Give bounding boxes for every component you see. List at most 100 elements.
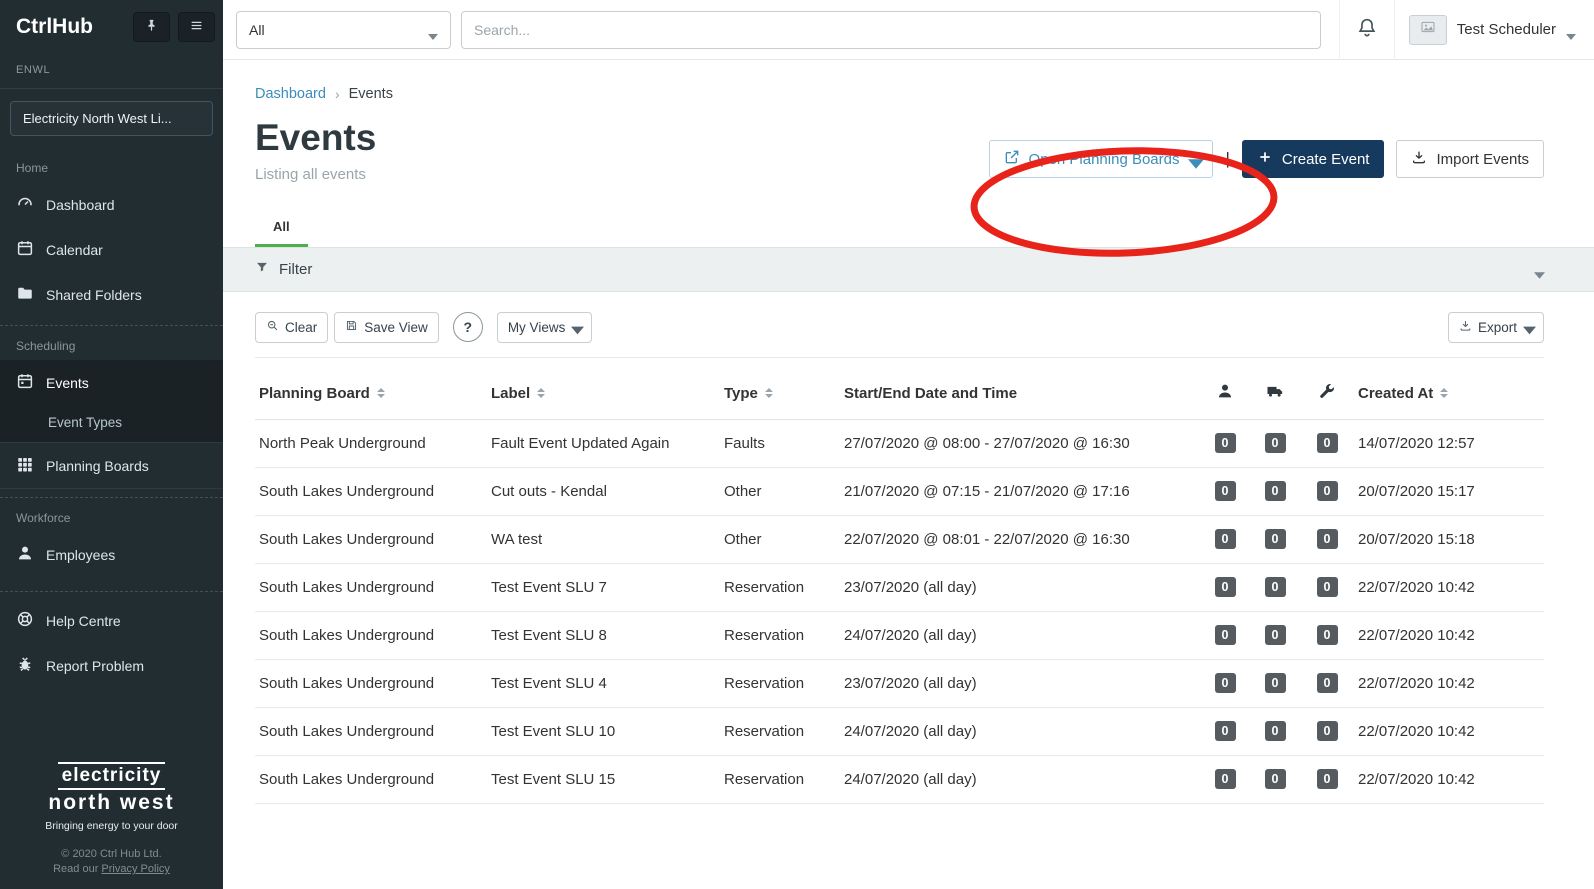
cell-planning-board: South Lakes Underground bbox=[259, 578, 435, 596]
search-input[interactable] bbox=[461, 10, 1321, 49]
filter-label: Filter bbox=[279, 260, 313, 278]
header-datetime: Start/End Date and Time bbox=[840, 385, 1200, 402]
sidebar-item-label: Shared Folders bbox=[46, 286, 142, 303]
create-event-button[interactable]: Create Event bbox=[1241, 140, 1385, 178]
cell-datetime: 24/07/2020 (all day) bbox=[844, 626, 977, 644]
save-view-label: Save View bbox=[364, 319, 428, 335]
table-row[interactable]: North Peak Underground Fault Event Updat… bbox=[255, 420, 1544, 468]
page-actions: Open Planning Boards | Create Event Impo… bbox=[988, 140, 1544, 178]
vehicles-count-badge: 0 bbox=[1264, 577, 1286, 598]
hamburger-icon bbox=[189, 18, 204, 36]
person-icon bbox=[16, 544, 34, 565]
header-planning-board[interactable]: Planning Board bbox=[255, 385, 487, 402]
tab-all[interactable]: All bbox=[255, 211, 308, 247]
sidebar-item-employees[interactable]: Employees bbox=[0, 532, 223, 577]
chevron-down-icon bbox=[571, 324, 585, 335]
cell-created-at: 20/07/2020 15:18 bbox=[1358, 530, 1475, 548]
table-row[interactable]: South Lakes Underground Test Event SLU 1… bbox=[255, 708, 1544, 756]
people-count-badge: 0 bbox=[1214, 673, 1236, 694]
table-row[interactable]: South Lakes Underground Test Event SLU 1… bbox=[255, 756, 1544, 804]
privacy-policy-link[interactable]: Privacy Policy bbox=[101, 863, 169, 875]
enwl-logo-line2: north west bbox=[48, 791, 175, 814]
cell-type: Reservation bbox=[724, 722, 805, 740]
header-type[interactable]: Type bbox=[720, 385, 840, 402]
sidebar: CtrlHub ENWL Electricity North West Li..… bbox=[0, 0, 223, 889]
topbar: All Test Scheduler bbox=[223, 0, 1594, 60]
notifications-button[interactable] bbox=[1338, 0, 1395, 60]
page-head: Events Listing all events Open Planning … bbox=[255, 117, 1544, 183]
toolbar-left: Clear Save View ? My Views bbox=[255, 311, 593, 343]
folder-icon bbox=[16, 284, 34, 305]
pin-sidebar-button[interactable] bbox=[133, 12, 170, 42]
sidebar-item-dashboard[interactable]: Dashboard bbox=[0, 182, 223, 227]
brand-row: CtrlHub bbox=[0, 0, 223, 54]
people-count-badge: 0 bbox=[1214, 577, 1236, 598]
table-row[interactable]: South Lakes Underground Test Event SLU 8… bbox=[255, 612, 1544, 660]
header-created-at[interactable]: Created At bbox=[1354, 385, 1544, 402]
people-count-badge: 0 bbox=[1214, 481, 1236, 502]
filter-collapse-bar[interactable]: Filter bbox=[223, 246, 1594, 292]
import-events-button[interactable]: Import Events bbox=[1396, 140, 1544, 178]
life-ring-icon bbox=[16, 610, 34, 631]
sidebar-item-label: Planning Boards bbox=[46, 457, 149, 474]
sidebar-item-calendar[interactable]: Calendar bbox=[0, 227, 223, 272]
chevron-down-icon bbox=[1566, 27, 1576, 40]
vehicles-count-badge: 0 bbox=[1264, 769, 1286, 790]
sidebar-item-label: Help Centre bbox=[46, 612, 121, 629]
cell-created-at: 22/07/2020 10:42 bbox=[1358, 626, 1475, 644]
clear-button[interactable]: Clear bbox=[255, 311, 329, 343]
sidebar-item-shared-folders[interactable]: Shared Folders bbox=[0, 272, 223, 317]
events-table: Planning Board Label Type Start/End Date… bbox=[255, 368, 1544, 804]
table-row[interactable]: South Lakes Underground WA test Other 22… bbox=[255, 516, 1544, 564]
save-view-button[interactable]: Save View bbox=[334, 311, 439, 343]
open-planning-boards-button[interactable]: Open Planning Boards bbox=[988, 140, 1214, 178]
search-scope-select[interactable]: All bbox=[236, 10, 451, 49]
breadcrumb: Dashboard › Events bbox=[255, 60, 1544, 102]
plus-icon bbox=[1257, 149, 1273, 169]
clear-label: Clear bbox=[285, 319, 318, 335]
dashboard-gauge-icon bbox=[16, 194, 34, 215]
sidebar-item-event-types[interactable]: Event Types bbox=[0, 405, 223, 442]
sort-icon bbox=[537, 388, 546, 399]
sidebar-item-label: Report Problem bbox=[46, 657, 145, 674]
events-calendar-icon bbox=[16, 372, 34, 393]
table-row[interactable]: South Lakes Underground Cut outs - Kenda… bbox=[255, 468, 1544, 516]
cell-planning-board: South Lakes Underground bbox=[259, 722, 435, 740]
chevron-down-icon bbox=[1523, 324, 1536, 335]
copyright-text: © 2020 Ctrl Hub Ltd. bbox=[61, 848, 162, 860]
help-button[interactable]: ? bbox=[452, 312, 483, 343]
sidebar-item-planning-boards[interactable]: Planning Boards bbox=[0, 442, 223, 489]
vehicles-count-badge: 0 bbox=[1264, 721, 1286, 742]
sidebar-footer: electricity north west Bringing energy t… bbox=[0, 750, 223, 889]
export-dropdown[interactable]: Export bbox=[1447, 311, 1544, 343]
header-label: Label bbox=[491, 384, 531, 402]
sidebar-item-events[interactable]: Events bbox=[0, 360, 223, 405]
equipment-count-badge: 0 bbox=[1316, 529, 1338, 550]
table-row[interactable]: South Lakes Underground Test Event SLU 7… bbox=[255, 564, 1544, 612]
sidebar-item-help-centre[interactable]: Help Centre bbox=[0, 598, 223, 643]
cell-type: Other bbox=[724, 530, 762, 548]
sort-icon bbox=[764, 388, 773, 399]
equipment-count-badge: 0 bbox=[1316, 721, 1338, 742]
cell-created-at: 22/07/2020 10:42 bbox=[1358, 578, 1475, 596]
header-label: Start/End Date and Time bbox=[844, 384, 1018, 402]
sidebar-item-report-problem[interactable]: Report Problem bbox=[0, 643, 223, 688]
cell-planning-board: South Lakes Underground bbox=[259, 530, 435, 548]
breadcrumb-current: Events bbox=[348, 86, 393, 102]
people-count-badge: 0 bbox=[1214, 625, 1236, 646]
sidebar-toggle-button[interactable] bbox=[178, 12, 215, 42]
floppy-disk-icon bbox=[345, 319, 358, 335]
my-views-dropdown[interactable]: My Views bbox=[496, 311, 593, 343]
download-icon bbox=[1411, 149, 1427, 169]
chevron-down-icon[interactable] bbox=[1534, 266, 1545, 279]
header-label: Created At bbox=[1358, 384, 1434, 402]
table-row[interactable]: South Lakes Underground Test Event SLU 4… bbox=[255, 660, 1544, 708]
cell-label: Test Event SLU 7 bbox=[491, 578, 607, 596]
breadcrumb-dashboard[interactable]: Dashboard bbox=[255, 86, 326, 102]
avatar bbox=[1408, 14, 1447, 45]
header-label-col[interactable]: Label bbox=[487, 385, 720, 402]
cell-datetime: 23/07/2020 (all day) bbox=[844, 674, 977, 692]
cell-datetime: 27/07/2020 @ 08:00 - 27/07/2020 @ 16:30 bbox=[844, 434, 1130, 452]
organisation-selector[interactable]: Electricity North West Li... bbox=[10, 101, 213, 136]
user-menu[interactable]: Test Scheduler bbox=[1395, 14, 1594, 45]
